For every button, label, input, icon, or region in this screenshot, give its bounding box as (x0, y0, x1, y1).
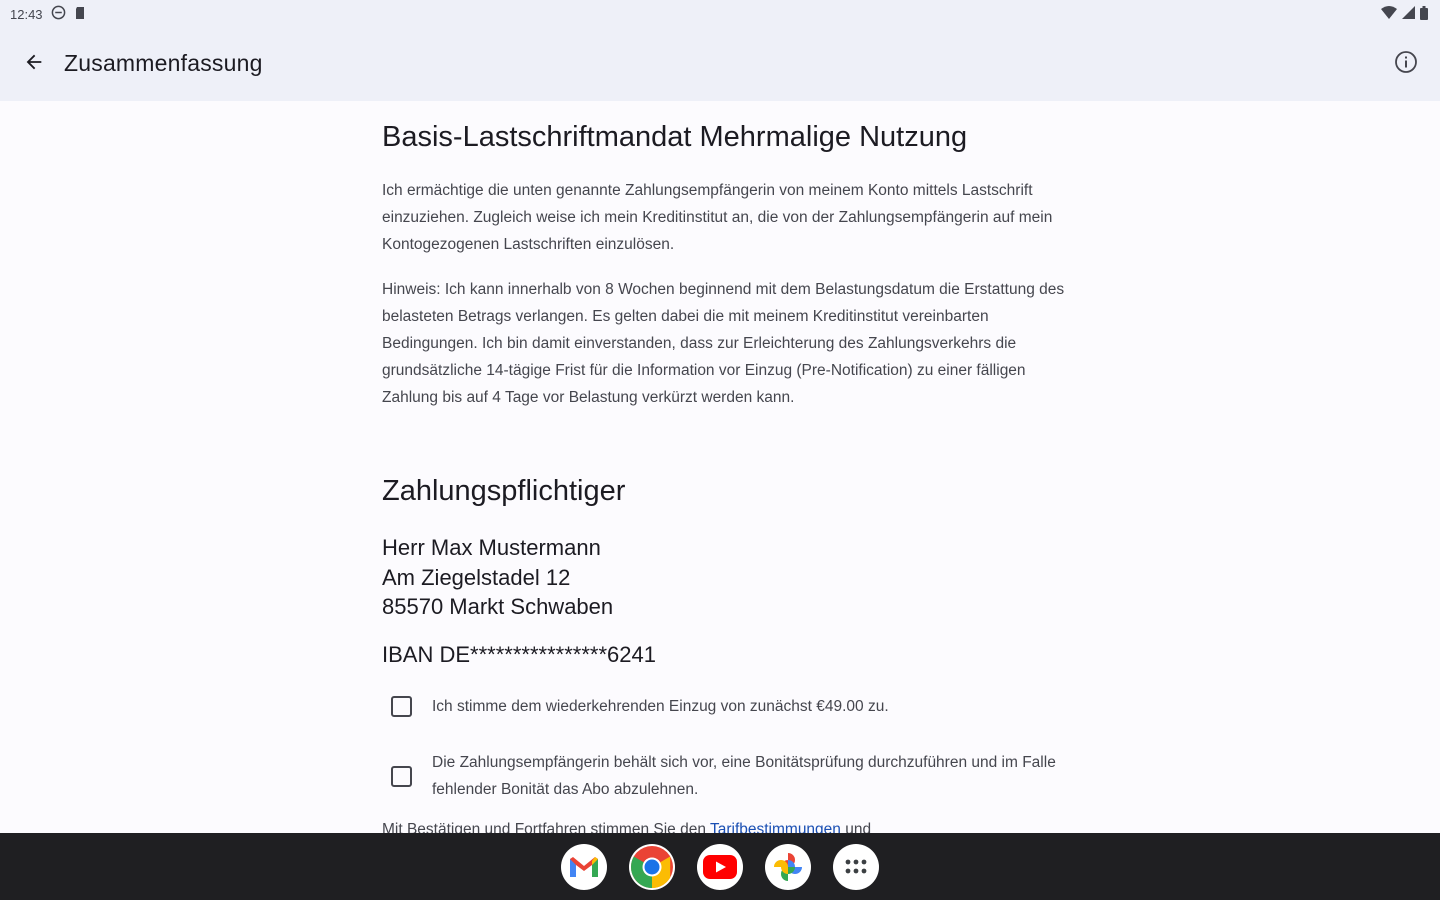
status-right (1381, 5, 1428, 23)
wifi-icon (1381, 6, 1397, 22)
payer-city: 85570 Markt Schwaben (382, 594, 614, 619)
summary-content[interactable]: Basis-Lastschriftmandat Mehrmalige Nutzu… (382, 101, 1112, 833)
info-button[interactable] (1392, 50, 1420, 78)
credit-check-checkbox[interactable] (391, 765, 412, 787)
tariff-terms-link[interactable]: Tarifbestimmungen (710, 821, 841, 833)
status-left: 12:43 (10, 5, 86, 23)
payer-heading: Zahlungspflichtiger (382, 475, 626, 507)
taskbar (0, 833, 1440, 900)
payer-name: Herr Max Mustermann (382, 535, 601, 560)
consent-debit-checkbox[interactable] (391, 696, 412, 717)
page-title: Zusammenfassung (64, 50, 263, 76)
terms-text-before: Mit Bestätigen und Fortfahren stimmen Si… (382, 821, 710, 833)
top-app-bar: Zusammenfassung (0, 28, 1440, 101)
sim-card-icon (74, 6, 86, 23)
photos-icon[interactable] (765, 843, 811, 890)
payer-iban: IBAN DE****************6241 (382, 642, 656, 667)
youtube-icon[interactable] (697, 843, 743, 890)
gmail-icon[interactable] (561, 843, 607, 890)
chrome-icon[interactable] (629, 843, 675, 890)
app-drawer-icon[interactable] (833, 843, 879, 890)
terms-footer-text: Mit Bestätigen und Fortfahren stimmen Si… (382, 821, 871, 833)
payer-address: Herr Max Mustermann Am Ziegelstadel 12 8… (382, 533, 613, 622)
battery-icon (1420, 5, 1428, 23)
consent-debit-label: Ich stimme dem wiederkehrenden Einzug vo… (432, 698, 889, 715)
status-bar: 12:43 (0, 0, 1440, 28)
status-time: 12:43 (10, 6, 43, 22)
payer-street: Am Ziegelstadel 12 (382, 564, 571, 590)
credit-check-row[interactable]: Die Zahlungsempfängerin behält sich vor,… (382, 749, 1112, 803)
mandate-title: Basis-Lastschriftmandat Mehrmalige Nutzu… (382, 121, 968, 153)
consent-debit-row[interactable]: Ich stimme dem wiederkehrenden Einzug vo… (382, 693, 1112, 720)
terms-text-after: und (840, 821, 872, 833)
signal-icon (1402, 6, 1415, 22)
dnd-icon (51, 5, 66, 23)
back-button[interactable] (20, 50, 48, 78)
info-icon (1394, 50, 1418, 79)
arrow-back-icon (23, 51, 45, 78)
credit-check-label: Die Zahlungsempfängerin behält sich vor,… (432, 754, 1056, 798)
mandate-notice-text: Hinweis: Ich kann innerhalb von 8 Wochen… (382, 281, 1065, 406)
mandate-authorization-text: Ich ermächtige die unten genannte Zahlun… (382, 182, 1053, 253)
